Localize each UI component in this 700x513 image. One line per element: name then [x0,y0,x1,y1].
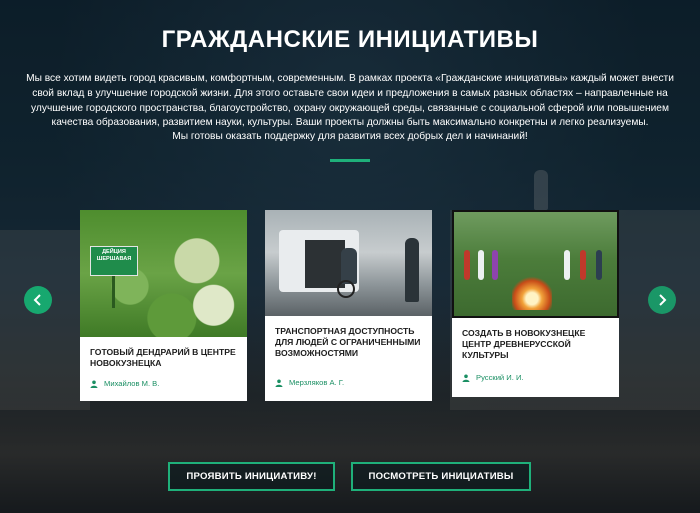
initiative-card[interactable]: ДЕЙЦИЯ ШЕРШАВАЯ ГОТОВЫЙ ДЕНДРАРИЙ В ЦЕНТ… [80,210,247,401]
support-text: Мы готовы оказать поддержку для развития… [172,131,528,142]
chevron-right-icon [659,294,667,306]
card-author: Михайлов М. В. [90,379,159,388]
initiative-photo-van [265,210,432,316]
initiative-card[interactable]: СОЗДАТЬ В НОВОКУЗНЕЦКЕ ЦЕНТР ДРЕВНЕРУССК… [452,210,619,397]
crowd-shape [580,250,586,280]
crowd-shape [492,250,498,280]
intro-text: Мы все хотим видеть город красивым, комф… [26,73,674,129]
title-divider [330,159,370,162]
crowd-shape [464,250,470,280]
initiative-photo-festival [452,210,619,318]
card-author: Русский И. И. [462,373,524,382]
crowd-shape [478,250,484,280]
view-initiatives-button[interactable]: ПОСМОТРЕТЬ ИНИЦИАТИВЫ [351,462,531,491]
author-name: Русский И. И. [476,373,524,382]
user-icon [275,379,283,387]
chevron-left-icon [33,294,41,306]
slider-prev-button[interactable] [24,286,52,314]
card-info: СОЗДАТЬ В НОВОКУЗНЕЦКЕ ЦЕНТР ДРЕВНЕРУССК… [452,318,619,382]
crowd-shape [564,250,570,280]
card-info: ГОТОВЫЙ ДЕНДРАРИЙ В ЦЕНТРЕ НОВОКУЗНЕЦКА … [80,337,247,388]
person-shape [405,238,419,302]
bonfire-shape [512,272,552,310]
sign-post [112,276,115,308]
van-door-shape [305,240,345,288]
page-title: ГРАЖДАНСКИЕ ИНИЦИАТИВЫ [161,26,539,53]
card-title[interactable]: ГОТОВЫЙ ДЕНДРАРИЙ В ЦЕНТРЕ НОВОКУЗНЕЦКА [90,347,237,369]
person-shape [341,248,357,284]
initiative-photo-garden: ДЕЙЦИЯ ШЕРШАВАЯ [80,210,247,337]
plant-sign: ДЕЙЦИЯ ШЕРШАВАЯ [90,246,138,276]
wheelchair-shape [337,280,355,298]
user-icon [462,374,470,382]
initiative-card[interactable]: ТРАНСПОРТНАЯ ДОСТУПНОСТЬ ДЛЯ ЛЮДЕЙ С ОГР… [265,210,432,401]
card-title[interactable]: ТРАНСПОРТНАЯ ДОСТУПНОСТЬ ДЛЯ ЛЮДЕЙ С ОГР… [275,326,422,359]
propose-initiative-button[interactable]: ПРОЯВИТЬ ИНИЦИАТИВУ! [168,462,335,491]
card-author: Мерзляков А. Г. [275,378,344,387]
author-name: Михайлов М. В. [104,379,160,388]
slider-next-button[interactable] [648,286,676,314]
user-icon [90,380,98,388]
crowd-shape [596,250,602,280]
author-name: Мерзляков А. Г. [289,378,345,387]
card-info: ТРАНСПОРТНАЯ ДОСТУПНОСТЬ ДЛЯ ЛЮДЕЙ С ОГР… [265,316,432,387]
card-title[interactable]: СОЗДАТЬ В НОВОКУЗНЕЦКЕ ЦЕНТР ДРЕВНЕРУССК… [462,328,609,361]
